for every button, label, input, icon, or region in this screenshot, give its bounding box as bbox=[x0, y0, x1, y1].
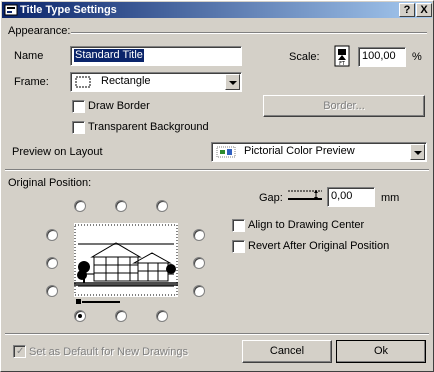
gap-field[interactable]: 0,00 bbox=[327, 187, 375, 207]
checkmark-icon: ✓ bbox=[16, 346, 25, 357]
svg-text:FT: FT bbox=[339, 61, 346, 67]
name-label: Name bbox=[14, 50, 44, 62]
pictorial-preview-icon bbox=[216, 146, 236, 158]
set-default-checkbox[interactable]: ✓ bbox=[13, 345, 26, 358]
draw-border-label: Draw Border bbox=[88, 100, 150, 112]
anchor-radio-top-right[interactable] bbox=[156, 200, 168, 212]
chevron-down-icon[interactable] bbox=[410, 144, 425, 160]
appearance-section-label: Appearance: bbox=[8, 25, 71, 37]
gap-label: Gap: bbox=[259, 192, 283, 204]
section-divider bbox=[5, 169, 429, 171]
anchor-radio-top-center[interactable] bbox=[115, 200, 127, 212]
footer-divider bbox=[5, 333, 429, 335]
anchor-radio-right-upper[interactable] bbox=[193, 229, 205, 241]
scale-unit: % bbox=[412, 51, 422, 63]
cancel-button[interactable]: Cancel bbox=[242, 340, 332, 363]
transparent-background-label: Transparent Background bbox=[88, 121, 209, 133]
preview-select[interactable]: Pictorial Color Preview bbox=[211, 142, 427, 162]
align-to-center-checkbox[interactable] bbox=[232, 219, 245, 232]
scale-label: Scale: bbox=[289, 51, 320, 63]
window-title: Title Type Settings bbox=[20, 4, 117, 16]
frame-select-value: Rectangle bbox=[101, 75, 151, 87]
gap-unit: mm bbox=[381, 192, 400, 204]
set-default-label: Set as Default for New Drawings bbox=[29, 346, 188, 358]
frame-label: Frame: bbox=[14, 76, 49, 88]
anchor-radio-left-middle[interactable] bbox=[46, 257, 58, 269]
draw-border-checkbox[interactable] bbox=[72, 100, 85, 113]
preview-select-value: Pictorial Color Preview bbox=[244, 145, 355, 157]
anchor-radio-left-upper[interactable] bbox=[46, 229, 58, 241]
title-icon bbox=[4, 4, 18, 16]
anchor-radio-bottom-left[interactable] bbox=[74, 310, 86, 322]
chevron-down-icon[interactable] bbox=[225, 74, 240, 90]
scale-field[interactable]: 100,00 bbox=[358, 47, 406, 67]
drawing-preview bbox=[74, 223, 178, 304]
revert-position-checkbox[interactable] bbox=[232, 240, 245, 253]
transparent-background-checkbox[interactable] bbox=[72, 121, 85, 134]
anchor-radio-right-middle[interactable] bbox=[193, 257, 205, 269]
appearance-divider bbox=[71, 32, 427, 34]
border-button[interactable]: Border... bbox=[263, 95, 425, 117]
scale-icon: FT bbox=[334, 45, 350, 67]
gap-field-value: 0,00 bbox=[331, 190, 353, 202]
anchor-radio-bottom-center[interactable] bbox=[115, 310, 127, 322]
close-button[interactable]: X bbox=[416, 3, 432, 17]
rectangle-frame-icon bbox=[75, 76, 91, 88]
revert-position-label: Revert After Original Position bbox=[248, 240, 390, 252]
original-position-section-label: Original Position: bbox=[8, 177, 92, 189]
title-type-settings-dialog: Title Type Settings ? X Appearance: Name… bbox=[0, 0, 434, 372]
align-to-center-label: Align to Drawing Center bbox=[248, 219, 365, 231]
preview-label: Preview on Layout bbox=[12, 146, 103, 158]
frame-select[interactable]: Rectangle bbox=[70, 72, 242, 92]
title-bar[interactable]: Title Type Settings ? X bbox=[2, 2, 432, 18]
anchor-radio-bottom-right[interactable] bbox=[156, 310, 168, 322]
scale-field-value: 100,00 bbox=[362, 50, 396, 62]
help-button[interactable]: ? bbox=[399, 3, 415, 17]
name-field-value: Standard Title bbox=[74, 49, 144, 62]
anchor-radio-right-lower[interactable] bbox=[193, 285, 205, 297]
anchor-radio-left-lower[interactable] bbox=[46, 285, 58, 297]
gap-icon bbox=[288, 190, 322, 200]
ok-button[interactable]: Ok bbox=[336, 340, 426, 363]
name-field[interactable]: Standard Title bbox=[70, 46, 242, 66]
anchor-radio-top-left[interactable] bbox=[74, 200, 86, 212]
